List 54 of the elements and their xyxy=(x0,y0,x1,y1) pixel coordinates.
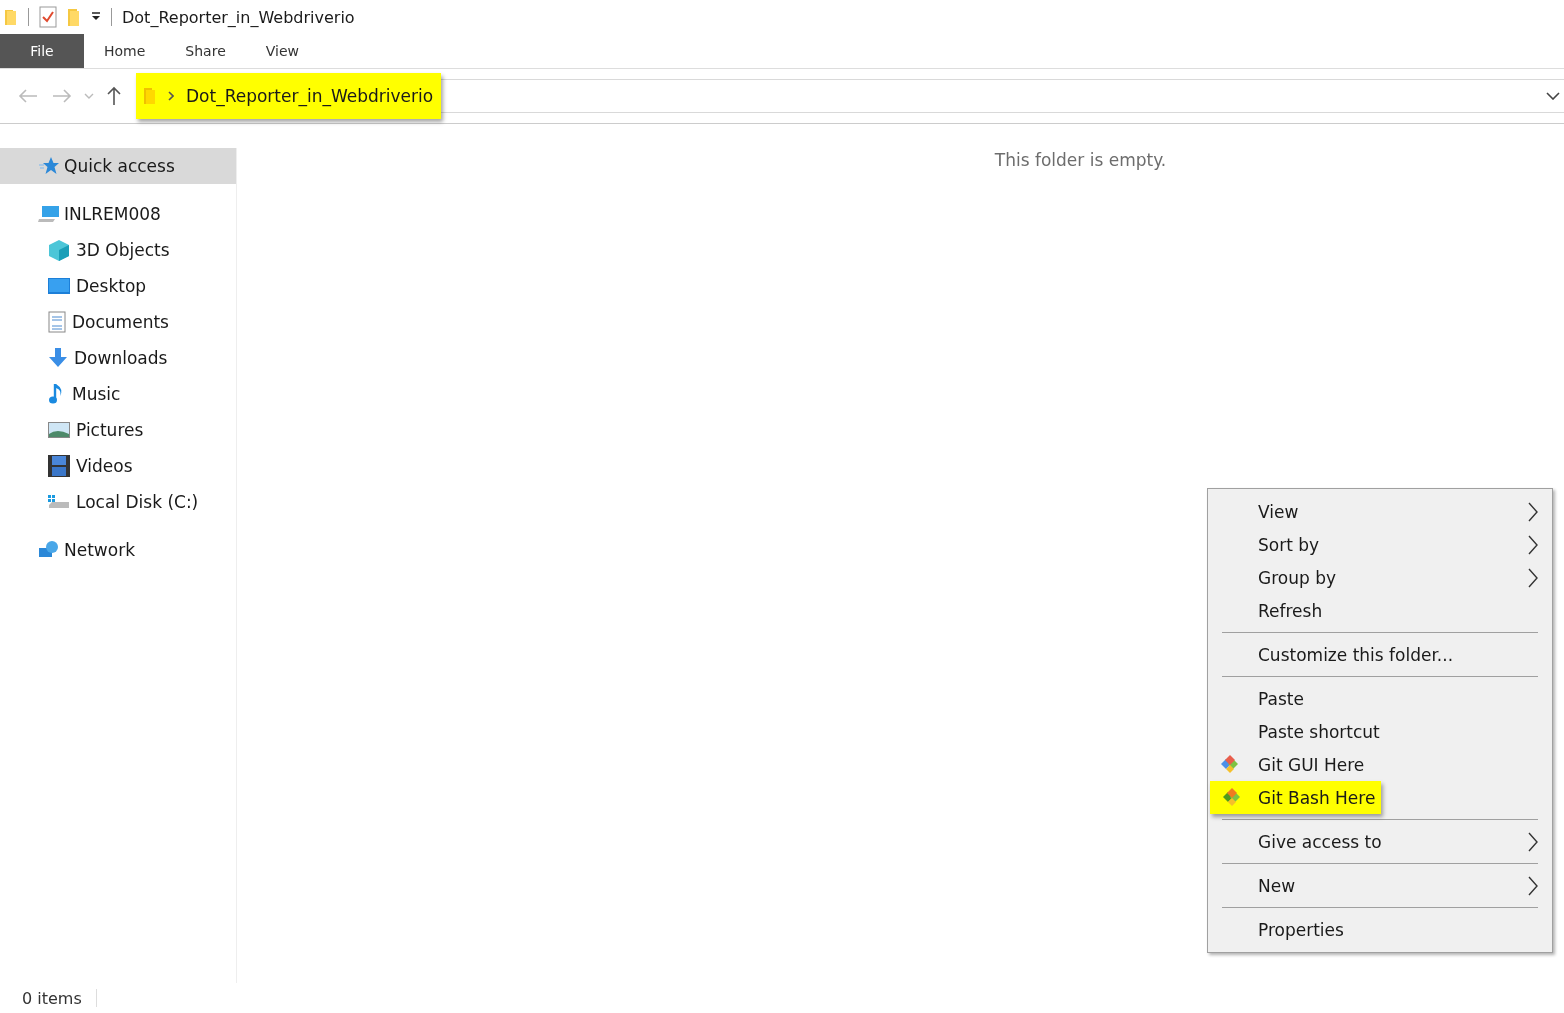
sidebar-item[interactable]: Downloads xyxy=(0,340,236,376)
item-count: 0 items xyxy=(22,988,82,1008)
folder-icon xyxy=(144,87,156,105)
film-icon xyxy=(48,455,70,477)
computer-icon xyxy=(38,204,60,224)
ribbon-tab[interactable]: File xyxy=(0,34,84,68)
window-title: Dot_Reporter_in_Webdriverio xyxy=(122,7,355,27)
menu-item[interactable]: Git Bash Here xyxy=(1210,781,1382,814)
dropdown-icon[interactable] xyxy=(91,12,101,22)
chevron-right-icon xyxy=(1528,567,1538,588)
star-icon xyxy=(38,156,60,176)
menu-item[interactable]: Refresh xyxy=(1208,594,1550,627)
menu-item[interactable]: Paste xyxy=(1208,682,1550,715)
menu-item[interactable]: Git GUI Here xyxy=(1208,748,1550,781)
drive-icon xyxy=(48,493,70,511)
menu-item[interactable]: Sort by xyxy=(1208,528,1550,561)
download-icon xyxy=(48,348,68,368)
sidebar-item[interactable]: Local Disk (C:) xyxy=(0,484,236,520)
sidebar-item[interactable]: Videos xyxy=(0,448,236,484)
chevron-right-icon xyxy=(168,91,174,101)
sidebar-item[interactable]: Quick access xyxy=(0,148,236,184)
sidebar-item[interactable]: 3D Objects xyxy=(0,232,236,268)
folder-icon xyxy=(4,8,18,26)
empty-folder-message: This folder is empty. xyxy=(994,150,1167,172)
sidebar-item[interactable]: Pictures xyxy=(0,412,236,448)
chevron-down-icon[interactable] xyxy=(1546,92,1560,100)
menu-item[interactable]: Group by xyxy=(1208,561,1550,594)
sidebar-item[interactable]: Music xyxy=(0,376,236,412)
menu-item[interactable]: Customize this folder... xyxy=(1208,638,1550,671)
chevron-right-icon xyxy=(1528,534,1538,555)
up-icon[interactable] xyxy=(106,86,122,106)
sidebar-item[interactable]: INLREM008 xyxy=(0,196,236,232)
menu-item[interactable]: New xyxy=(1208,869,1550,902)
cube-icon xyxy=(48,239,70,261)
ribbon-tab[interactable]: Share xyxy=(165,34,246,68)
properties-icon[interactable] xyxy=(39,6,57,28)
menu-item[interactable]: Give access to xyxy=(1208,825,1550,858)
sidebar-item[interactable]: Documents xyxy=(0,304,236,340)
desktop-icon xyxy=(48,278,70,294)
breadcrumb-folder[interactable]: Dot_Reporter_in_Webdriverio xyxy=(186,86,434,106)
menu-item[interactable]: Paste shortcut xyxy=(1208,715,1550,748)
menu-item[interactable]: View xyxy=(1208,495,1550,528)
address-bar[interactable]: Dot_Reporter_in_Webdriverio xyxy=(136,72,1564,120)
ribbon-tab[interactable]: Home xyxy=(84,34,166,68)
ribbon-tab[interactable]: View xyxy=(245,34,319,68)
menu-item[interactable]: Properties xyxy=(1208,913,1550,946)
picture-icon xyxy=(48,422,70,438)
chevron-right-icon xyxy=(1528,831,1538,852)
sidebar-item[interactable]: Desktop xyxy=(0,268,236,304)
chevron-right-icon xyxy=(1528,875,1538,896)
document-icon xyxy=(48,311,66,333)
network-icon xyxy=(38,540,60,560)
chevron-right-icon xyxy=(1528,501,1538,522)
sidebar-item[interactable]: Network xyxy=(0,532,236,568)
